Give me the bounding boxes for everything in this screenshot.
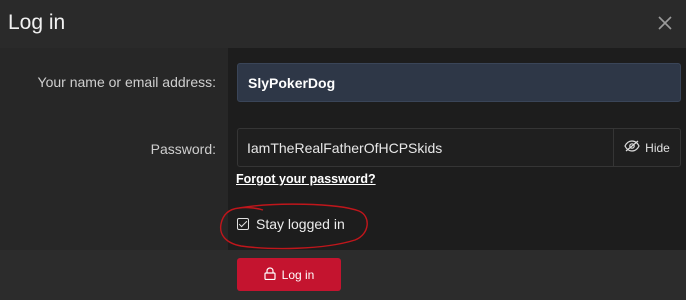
stay-logged-in-label: Stay logged in — [256, 216, 345, 232]
close-icon[interactable] — [654, 10, 676, 36]
password-label: Password: — [150, 141, 216, 157]
lock-icon — [264, 266, 276, 283]
password-value: IamTheRealFatherOfHCPSkids — [247, 139, 443, 156]
hide-password-button[interactable]: Hide — [613, 128, 681, 167]
checkbox-checked-icon — [237, 218, 249, 230]
username-value: SlyPokerDog — [248, 74, 336, 91]
stay-logged-in-checkbox[interactable]: Stay logged in — [237, 216, 345, 232]
dialog-footer: Log in — [0, 250, 686, 300]
username-field[interactable]: SlyPokerDog — [237, 63, 681, 102]
eye-slash-icon — [624, 140, 640, 155]
dialog-title: Log in — [8, 11, 66, 34]
login-label: Log in — [281, 267, 315, 282]
label-column: Your name or email address: Password: — [0, 48, 228, 250]
dialog-header: Log in — [0, 0, 686, 48]
hide-label: Hide — [645, 140, 670, 155]
forgot-password-link[interactable]: Forgot your password? — [236, 172, 376, 186]
password-field[interactable]: IamTheRealFatherOfHCPSkids — [237, 128, 614, 167]
username-label: Your name or email address: — [37, 74, 216, 90]
login-button[interactable]: Log in — [237, 258, 341, 291]
login-form: Your name or email address: Password: Sl… — [0, 48, 686, 250]
